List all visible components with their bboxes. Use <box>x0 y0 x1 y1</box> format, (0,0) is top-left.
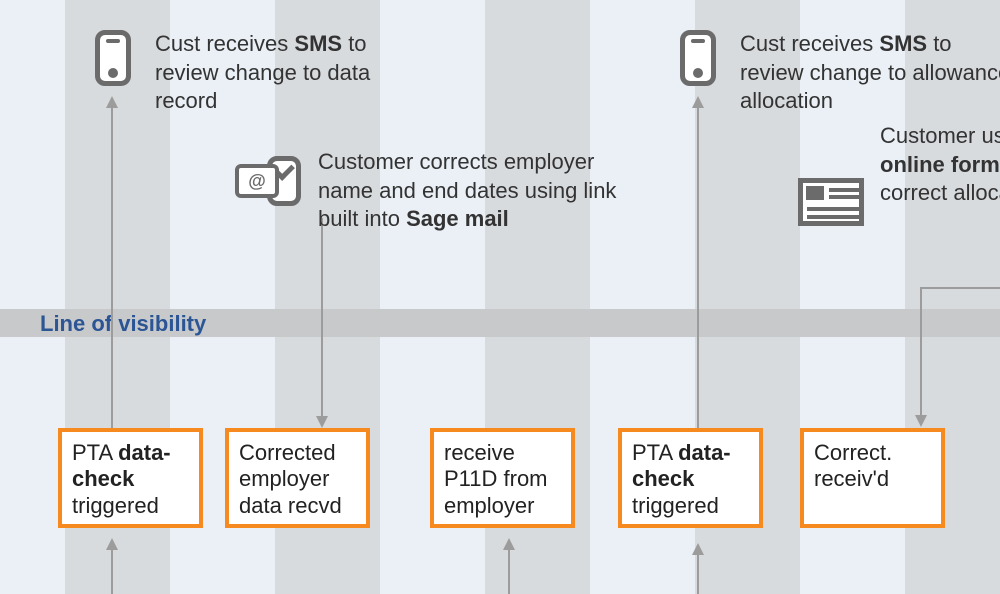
process-box-receive-p11d: receive P11D from employer <box>430 428 575 528</box>
connector-line <box>920 287 922 425</box>
step-text-customer-corrects: Customer corrects employer name and end … <box>318 148 638 234</box>
web-form-icon <box>798 178 864 226</box>
connector-line <box>321 218 323 426</box>
connector-line <box>697 98 699 428</box>
line-of-visibility-label: Line of visibility <box>40 311 206 337</box>
connector-line <box>111 540 113 594</box>
connector-line <box>697 545 699 594</box>
step-text-sms-review: Cust receives SMS to review change to da… <box>155 30 385 116</box>
phone-sms-icon <box>95 30 131 86</box>
process-box-data-check-1: PTA data-check triggered <box>58 428 203 528</box>
connector-line <box>111 98 113 428</box>
connector-line <box>508 540 510 594</box>
process-box-data-check-2: PTA data-check triggered <box>618 428 763 528</box>
connector-line <box>920 287 1000 289</box>
process-box-correction-received: Correct. receiv'd <box>800 428 945 528</box>
step-text-sms-allowance: Cust receives SMS to review change to al… <box>740 30 1000 116</box>
step-text-pta-online: Customer uses PTA online form to correct… <box>880 122 1000 208</box>
process-box-corrected-data: Corrected employer data recvd <box>225 428 370 528</box>
phone-sms-icon <box>680 30 716 86</box>
email-mobile-icon: @ <box>235 154 301 208</box>
